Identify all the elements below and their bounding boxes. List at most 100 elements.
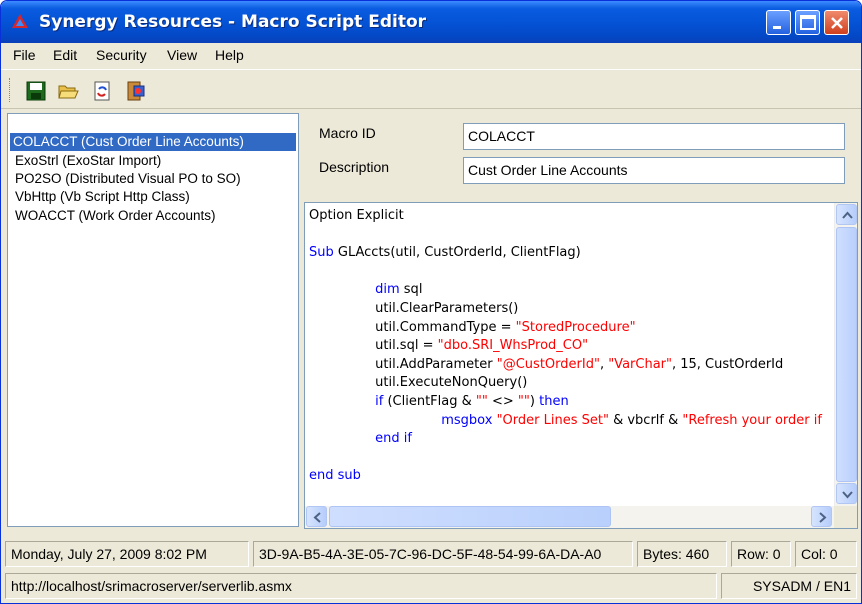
- code-line[interactable]: util.AddParameter "@CustOrderId", "VarCh…: [309, 356, 829, 375]
- status-row: Row: 0: [731, 541, 791, 567]
- code-line[interactable]: util.ExecuteNonQuery(): [309, 374, 829, 393]
- macro-list-item-woacct[interactable]: WOACCT (Work Order Accounts): [12, 207, 219, 225]
- menu-security[interactable]: Security: [96, 47, 147, 63]
- macro-list-item-vbhttp[interactable]: VbHttp (Vb Script Http Class): [12, 188, 193, 206]
- maximize-icon: [800, 15, 816, 30]
- toolbar-grip[interactable]: [9, 78, 12, 102]
- code-line[interactable]: util.ClearParameters(): [309, 300, 829, 319]
- code-line[interactable]: [309, 226, 829, 245]
- scroll-right-button[interactable]: [811, 506, 832, 527]
- status-bytes: Bytes: 460: [637, 541, 727, 567]
- code-token: Option Explicit: [309, 208, 404, 223]
- script-editor[interactable]: Option Explicit Sub GLAccts(util, CustOr…: [304, 202, 858, 529]
- refresh-icon[interactable]: [91, 80, 113, 102]
- code-token: <>: [487, 393, 518, 409]
- code-line[interactable]: Option Explicit: [309, 207, 829, 226]
- code-text[interactable]: Option Explicit Sub GLAccts(util, CustOr…: [309, 207, 829, 507]
- maximize-button[interactable]: [795, 10, 820, 35]
- code-token: ,: [599, 356, 609, 372]
- code-token: sql: [399, 282, 423, 298]
- status-col: Col: 0: [795, 541, 857, 567]
- scroll-down-button[interactable]: [836, 483, 857, 504]
- status-server-url: http://localhost/srimacroserver/serverli…: [5, 573, 717, 599]
- macro-id-label: Macro ID: [319, 125, 376, 141]
- scroll-up-button[interactable]: [836, 204, 857, 225]
- code-token: "": [475, 393, 488, 409]
- menu-view[interactable]: View: [167, 47, 197, 63]
- code-token: then: [539, 393, 569, 409]
- code-token: "Refresh your order if: [682, 412, 822, 428]
- code-token: , 15, CustOrderId: [671, 356, 784, 372]
- code-line[interactable]: Sub GLAccts(util, CustOrderId, ClientFla…: [309, 244, 829, 263]
- status-bar-bottom: http://localhost/srimacroserver/serverli…: [1, 572, 861, 602]
- code-token: ): [529, 393, 540, 409]
- title-bar[interactable]: Synergy Resources - Macro Script Editor: [1, 1, 861, 43]
- macro-list[interactable]: COLACCT (Cust Order Line Accounts) ExoSt…: [7, 113, 299, 527]
- save-icon[interactable]: [25, 80, 47, 102]
- macro-list-item-colacct[interactable]: COLACCT (Cust Order Line Accounts): [10, 133, 296, 151]
- code-token: "VarChar": [608, 356, 672, 372]
- code-line[interactable]: if (ClientFlag & "" <> "") then: [309, 393, 829, 412]
- code-line[interactable]: util.sql = "dbo.SRI_WhsProd_CO": [309, 337, 829, 356]
- code-token: Sub: [309, 245, 334, 261]
- description-field[interactable]: Cust Order Line Accounts: [463, 157, 845, 184]
- macro-list-item-exostrl[interactable]: ExoStrl (ExoStar Import): [12, 152, 164, 170]
- code-token: end sub: [309, 468, 361, 484]
- macro-id-field[interactable]: COLACCT: [463, 123, 845, 150]
- horizontal-scrollbar[interactable]: [305, 506, 835, 528]
- code-token: util.CommandType =: [309, 319, 516, 335]
- exit-icon[interactable]: [125, 80, 147, 102]
- code-token: util.ClearParameters(): [309, 300, 519, 316]
- code-token: "": [517, 393, 530, 409]
- chevron-down-icon: [842, 491, 853, 499]
- code-token: (ClientFlag &: [383, 393, 476, 409]
- close-icon: [831, 17, 843, 29]
- vertical-scrollbar[interactable]: [834, 203, 857, 506]
- code-line[interactable]: [309, 263, 829, 282]
- code-token: "Order Lines Set": [496, 412, 609, 428]
- code-line[interactable]: msgbox "Order Lines Set" & vbcrlf & "Ref…: [309, 412, 829, 431]
- description-label: Description: [319, 159, 390, 175]
- status-user: SYSADM / EN1: [721, 573, 857, 599]
- code-line[interactable]: dim sql: [309, 281, 829, 300]
- menu-edit[interactable]: Edit: [53, 47, 77, 63]
- app-logo-icon: [12, 14, 28, 28]
- toolbar: [1, 69, 861, 109]
- code-token: util.AddParameter: [309, 356, 497, 372]
- code-token: dim: [375, 282, 400, 298]
- menu-bar: File Edit Security View Help: [1, 43, 861, 67]
- code-token: "@CustOrderId": [496, 356, 600, 372]
- horizontal-scroll-thumb[interactable]: [329, 506, 611, 527]
- code-token: "dbo.SRI_WhsProd_CO": [437, 338, 589, 354]
- menu-help[interactable]: Help: [215, 47, 244, 63]
- close-button[interactable]: [824, 10, 849, 35]
- macro-list-item-po2so[interactable]: PO2SO (Distributed Visual PO to SO): [12, 170, 244, 188]
- code-line[interactable]: end sub: [309, 467, 829, 486]
- chevron-right-icon: [819, 512, 827, 523]
- code-token: & vbcrlf &: [608, 412, 683, 428]
- code-token: "StoredProcedure": [515, 319, 636, 335]
- scroll-left-button[interactable]: [306, 506, 327, 527]
- code-line[interactable]: [309, 449, 829, 468]
- status-hash: 3D-9A-B5-4A-3E-05-7C-96-DC-5F-48-54-99-6…: [253, 541, 633, 567]
- vertical-scroll-thumb[interactable]: [836, 227, 857, 482]
- code-line[interactable]: util.CommandType = "StoredProcedure": [309, 319, 829, 338]
- code-token: end if: [375, 431, 412, 447]
- open-folder-icon[interactable]: [57, 80, 79, 102]
- chevron-left-icon: [313, 512, 321, 523]
- code-token: GLAccts(util, CustOrderId, ClientFlag): [333, 245, 581, 261]
- code-line[interactable]: end if: [309, 430, 829, 449]
- menu-file[interactable]: File: [13, 47, 36, 63]
- app-window: Synergy Resources - Macro Script Editor …: [0, 0, 862, 604]
- scrollbar-corner: [834, 506, 857, 528]
- code-line[interactable]: [309, 486, 829, 505]
- minimize-icon: [773, 26, 781, 29]
- code-token: msgbox: [441, 412, 493, 428]
- status-datetime: Monday, July 27, 2009 8:02 PM: [5, 541, 249, 567]
- code-token: util.sql =: [309, 338, 438, 354]
- minimize-button[interactable]: [766, 10, 791, 35]
